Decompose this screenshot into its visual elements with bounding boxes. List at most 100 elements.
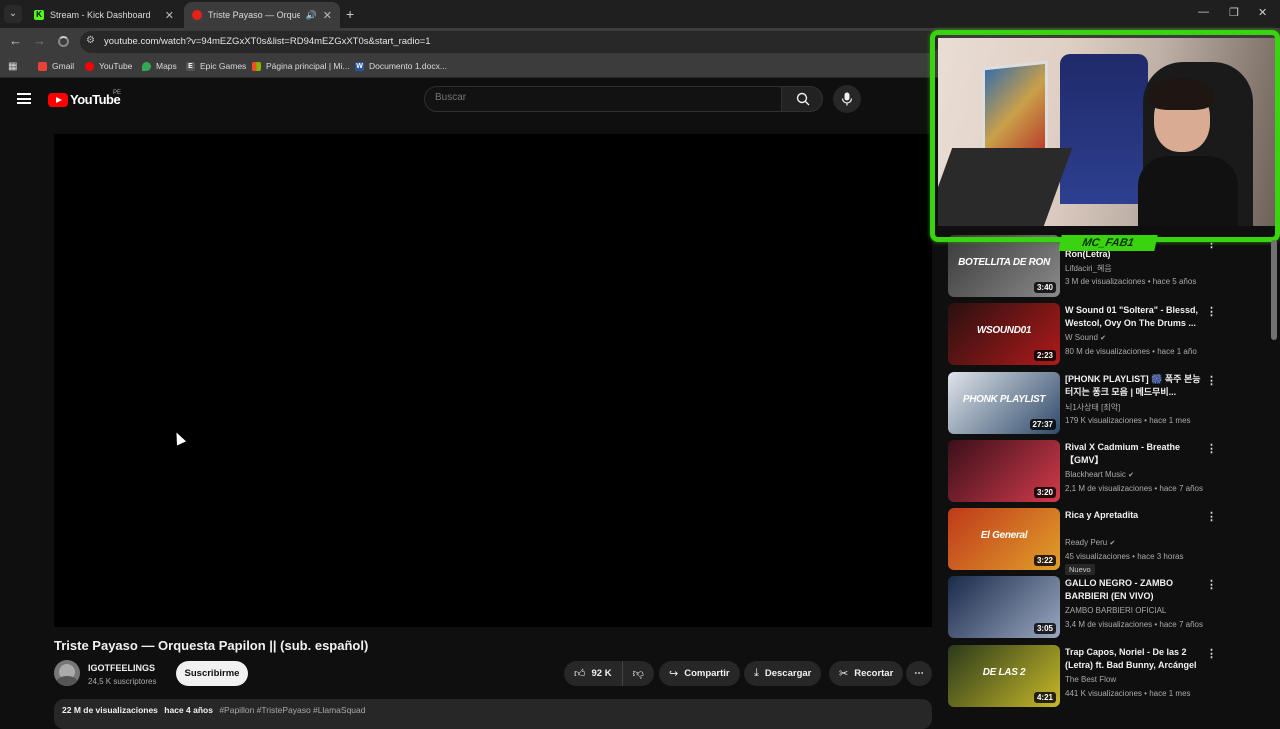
video-title[interactable]: W Sound 01 "Soltera" - Blessd, Westcol, … [1065,304,1205,330]
video-thumbnail[interactable]: 3:20 [948,440,1060,502]
channel-name[interactable]: The Best Flow [1065,675,1116,684]
recommended-video[interactable]: El General 3:22 Rica y Apretadita Ready Per… [948,508,1228,575]
more-vertical-icon[interactable]: ⋮ [1206,305,1217,318]
tab-close-icon[interactable]: ✕ [165,9,174,22]
back-arrow-icon[interactable]: ← [9,33,22,48]
channel-text: The Best Flow [1065,675,1117,684]
tab-close-icon[interactable]: ✕ [323,9,332,22]
url-text[interactable]: youtube.com/watch?v=94mEZGxXT0s&list=RD9… [104,36,431,47]
page-scrollbar[interactable] [1271,240,1277,340]
more-vertical-icon[interactable]: ⋮ [1206,510,1217,523]
more-vertical-icon[interactable]: ⋮ [1206,578,1217,591]
bookmark-label: Epic Games [200,61,247,71]
audio-playing-icon[interactable]: 🔊 [306,10,317,21]
view-count: 179 K visualizaciones [1065,416,1142,425]
download-label: Descargar [764,668,812,679]
browser-tab-kick[interactable]: K Stream - Kick Dashboard ✕ [26,2,182,28]
channel-name[interactable]: 뇌1사상태 [최악] [1065,402,1120,413]
dislike-button[interactable]: 👎︎ [623,667,654,680]
webcam-overlay: MC_FAB1 [930,30,1280,251]
search-box[interactable] [424,86,782,112]
video-thumbnail[interactable]: El General 3:22 [948,508,1060,570]
search-button[interactable] [781,86,823,112]
channel-name[interactable]: Blackheart Music ✔ [1065,470,1134,479]
recommended-video[interactable]: PHONK PLAYLIST 27:37 [PHONK PLAYLIST] 🎆 폭주… [948,372,1228,434]
video-title[interactable]: Rival X Cadmium - Breathe【GMV】 [1065,441,1205,467]
video-duration: 2:23 [1033,350,1056,361]
bookmark-word-document[interactable]: W Documento 1.docx... [355,61,447,71]
video-title: Triste Payaso — Orquesta Papilon || (sub… [54,638,369,653]
video-title[interactable]: [PHONK PLAYLIST] 🎆 폭주 본능 터지는 퐁크 모음 | 메드무… [1065,373,1205,399]
video-title[interactable]: GALLO NEGRO - ZAMBO BARBIERI (EN VIVO) [1065,577,1205,603]
recommended-video[interactable]: DE LAS 2 4:21 Trap Capos, Noriel - De las … [948,645,1228,707]
more-horizontal-icon: ⋯ [914,668,924,679]
video-thumbnail[interactable]: BOTELLITA DE RON 3:40 [948,235,1060,297]
search-input[interactable] [435,92,765,103]
site-info-icon[interactable]: ⚙ [86,35,95,46]
more-vertical-icon[interactable]: ⋮ [1206,647,1217,660]
channel-name[interactable]: IGOTFEELINGS [88,663,155,673]
more-actions-button[interactable]: ⋯ [906,661,932,686]
verified-check-icon: ✔ [1109,540,1116,547]
new-tab-plus-icon[interactable]: + [346,6,354,22]
voice-search-button[interactable] [833,85,861,113]
channel-text: Blackheart Music [1065,470,1126,479]
minimize-icon[interactable]: — [1198,6,1209,18]
hashtags[interactable]: #Papillon #TristePayaso #LlamaSquad [219,705,365,715]
more-vertical-icon[interactable]: ⋮ [1206,374,1217,387]
channel-text: Ready Peru [1065,538,1108,547]
upload-age: hace 3 horas [1137,552,1184,561]
channel-name[interactable]: ZAMBO BARBIERI OFICIAL [1065,606,1166,615]
upload-age: hace 1 mes [1149,416,1191,425]
tab-search-button[interactable]: ⌄ [4,5,22,23]
subscriber-count: 24,5 K suscriptores [88,677,157,686]
channel-name[interactable]: Ready Peru ✔ [1065,538,1115,547]
bookmark-epic-games[interactable]: E Epic Games [186,61,246,71]
recommended-video[interactable]: WSOUND01 2:23 W Sound 01 "Soltera" - Bless… [948,303,1228,365]
video-title[interactable]: Trap Capos, Noriel - De las 2 (Letra) ft… [1065,646,1205,672]
video-thumbnail[interactable]: 3:05 [948,576,1060,638]
view-count: 3,4 M de visualizaciones [1065,620,1153,629]
bookmark-youtube[interactable]: YouTube [85,61,132,71]
video-thumbnail[interactable]: DE LAS 2 4:21 [948,645,1060,707]
forward-arrow-icon[interactable]: → [33,33,46,48]
youtube-logo[interactable]: YouTube [48,92,121,107]
bookmark-gmail[interactable]: Gmail [38,61,74,71]
video-duration: 3:20 [1033,487,1056,498]
search-icon [796,92,810,106]
video-player[interactable] [54,134,932,627]
view-count: 441 K visualizaciones [1065,689,1142,698]
like-button[interactable]: 👍︎ 92 K [564,661,623,686]
recommended-video[interactable]: 3:05 GALLO NEGRO - ZAMBO BARBIERI (EN VIV… [948,576,1228,638]
share-label: Compartir [684,668,730,679]
menu-icon[interactable] [17,93,31,104]
bookmark-microsoft[interactable]: Página principal | Mi... [252,61,349,71]
channel-avatar[interactable] [54,660,80,686]
bookmark-maps[interactable]: Maps [142,61,177,71]
window-close-icon[interactable]: ✕ [1258,6,1267,19]
download-button[interactable]: ⤓ Descargar [744,661,822,686]
channel-name[interactable]: Lifdaciri_혜음 [1065,263,1112,274]
subscribe-button[interactable]: Suscribirme [176,661,248,686]
thumbnail-text: WSOUND01 [976,325,1032,336]
apps-grid-icon[interactable]: ▦ [8,61,17,72]
like-count: 92 K [591,668,612,679]
thumbnail-text: PHONK PLAYLIST [962,394,1046,405]
restore-icon[interactable]: ❐ [1229,6,1239,19]
browser-tab-youtube[interactable]: Triste Payaso — Orquesta P 🔊 ✕ [184,2,340,28]
video-meta: 3,4 M de visualizaciones • hace 7 años [1065,620,1203,629]
bookmark-label: Documento 1.docx... [369,61,447,71]
more-vertical-icon[interactable]: ⋮ [1206,442,1217,455]
channel-name[interactable]: W Sound ✔ [1065,333,1106,342]
recommended-video[interactable]: 3:20 Rival X Cadmium - Breathe【GMV】 Blackh… [948,440,1228,502]
loading-spinner-icon[interactable] [58,35,69,50]
description-box[interactable]: 22 M de visualizaciones hace 4 años #Pap… [54,699,932,729]
video-duration: 4:21 [1033,692,1056,703]
video-thumbnail[interactable]: WSOUND01 2:23 [948,303,1060,365]
address-bar[interactable]: ⚙ youtube.com/watch?v=94mEZGxXT0s&list=R… [80,31,940,53]
video-title[interactable]: Rica y Apretadita [1065,509,1205,522]
video-thumbnail[interactable]: PHONK PLAYLIST 27:37 [948,372,1060,434]
share-button[interactable]: ↪ Compartir [659,661,740,686]
kick-favicon-icon: K [34,10,44,20]
clip-button[interactable]: ✂ Recortar [829,661,904,686]
